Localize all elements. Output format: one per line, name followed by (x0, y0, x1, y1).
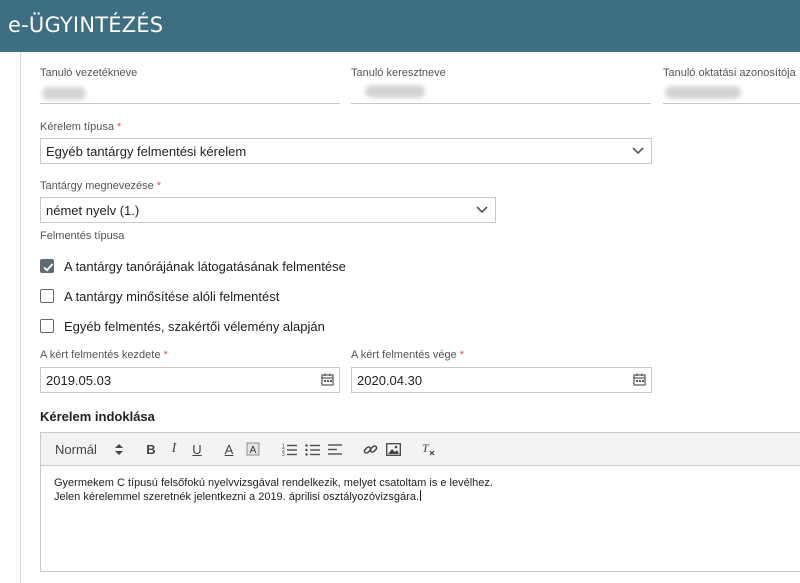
exemption-option-grading[interactable]: A tantárgy minősítése alóli felmentést (40, 287, 279, 305)
editor-toolbar: Normál B I U A A 123 T (41, 433, 800, 466)
request-type-value: Egyéb tantárgy felmentési kérelem (46, 144, 247, 159)
first-name-value-redacted (365, 85, 425, 98)
student-id-label: Tanuló oktatási azonosítója (663, 67, 796, 79)
bullet-list-button[interactable] (304, 440, 320, 458)
bold-button[interactable]: B (143, 440, 159, 458)
checkbox[interactable] (40, 289, 54, 303)
svg-text:3: 3 (282, 452, 285, 456)
checkbox[interactable] (40, 319, 54, 333)
image-button[interactable] (385, 440, 401, 458)
italic-button[interactable]: I (166, 440, 182, 458)
app-title: e-ÜGYINTÉZÉS (8, 13, 164, 37)
end-date-input[interactable]: 2020.04.30 (351, 367, 652, 393)
align-left-icon (328, 443, 342, 455)
link-button[interactable] (362, 440, 378, 458)
ordered-list-button[interactable]: 123 (281, 440, 297, 458)
checkmark-icon (43, 263, 54, 272)
calendar-icon[interactable] (633, 373, 646, 386)
exemption-option-label: A tantárgy tanórájának látogatásának fel… (64, 258, 346, 274)
start-date-value: 2019.05.03 (46, 373, 112, 388)
subject-value: német nyelv (1.) (46, 203, 140, 218)
first-name-label: Tanuló keresztneve (351, 67, 446, 79)
justification-title: Kérelem indoklása (40, 409, 155, 424)
image-icon (385, 442, 401, 456)
student-id-value-redacted (665, 86, 741, 99)
format-select[interactable]: Normál (55, 440, 127, 458)
exemption-type-label: Felmentés típusa (40, 230, 125, 242)
start-date-label: A kért felmentés kezdete * (40, 349, 168, 361)
editor-line-last: Jelen kérelemmel szeretnék jelentkezni a… (54, 490, 422, 503)
editor-line: Gyermekem C típusú felsőfokú nyelvvizsgá… (54, 477, 493, 489)
checkbox-checked[interactable] (40, 259, 54, 273)
end-date-label: A kért felmentés vége * (351, 349, 465, 361)
student-id-field (663, 103, 800, 104)
subject-select[interactable]: német nyelv (1.) (40, 197, 496, 223)
link-icon (363, 444, 377, 454)
background-color-button[interactable]: A (245, 440, 261, 458)
exemption-option-expert-opinion[interactable]: Egyéb felmentés, szakértői vélemény alap… (40, 317, 325, 335)
ordered-list-icon: 123 (282, 443, 297, 456)
end-date-value: 2020.04.30 (357, 373, 423, 388)
highlight-icon: A (246, 442, 260, 456)
bullet-list-icon (304, 443, 320, 456)
content-divider (20, 52, 21, 583)
svg-text:A: A (250, 445, 257, 456)
clear-formatting-icon: T (422, 442, 434, 456)
exemption-option-attendance[interactable]: A tantárgy tanórájának látogatásának fel… (40, 257, 346, 275)
request-type-select[interactable]: Egyéb tantárgy felmentési kérelem (40, 138, 652, 164)
first-name-field (351, 103, 651, 104)
underline-button[interactable]: U (189, 440, 205, 458)
exemption-option-label: A tantárgy minősítése alóli felmentést (64, 288, 280, 304)
clear-format-button[interactable]: T (420, 440, 436, 458)
app-header: e-ÜGYINTÉZÉS (0, 0, 800, 52)
last-name-label: Tanuló vezetékneve (40, 67, 138, 79)
up-down-arrows-icon (115, 444, 123, 455)
last-name-field (40, 103, 340, 104)
start-date-input[interactable]: 2019.05.03 (40, 367, 340, 393)
format-select-value: Normál (55, 441, 97, 457)
subject-label: Tantárgy megnevezése * (40, 180, 162, 192)
request-type-label: Kérelem típusa * (40, 121, 122, 133)
rich-text-editor: Normál B I U A A 123 T Gyermekem C típus… (40, 432, 800, 572)
align-button[interactable] (327, 440, 343, 458)
editor-content[interactable]: Gyermekem C típusú felsőfokú nyelvvizsgá… (54, 476, 493, 504)
calendar-icon[interactable] (321, 373, 334, 386)
chevron-down-icon (476, 206, 488, 214)
font-color-button[interactable]: A (221, 440, 237, 458)
svg-text:T: T (422, 442, 430, 455)
chevron-down-icon (632, 147, 644, 155)
exemption-option-label: Egyéb felmentés, szakértői vélemény alap… (64, 318, 325, 334)
text-caret (420, 490, 422, 501)
last-name-value-redacted (42, 87, 86, 100)
